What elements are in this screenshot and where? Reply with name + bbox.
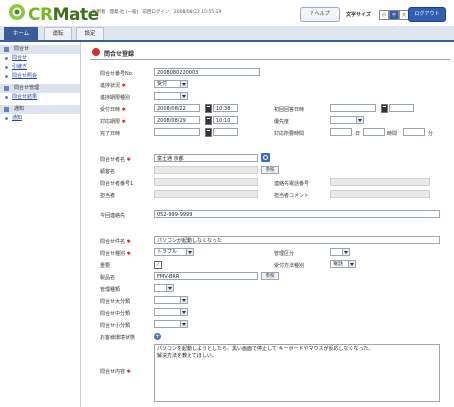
- hour-unit: 時間: [387, 131, 398, 137]
- sidebar-item-results[interactable]: 問合せ結果: [0, 93, 80, 102]
- type-label: 問合せ種別 ✱: [100, 251, 131, 257]
- method-label: 受付方法種別: [274, 263, 305, 269]
- sidebar-item-handover[interactable]: 引継ぎ: [0, 63, 80, 72]
- inquiry-form: 問合せ登録 問合せ番号No. 2008080220003 進捗状況 ✱ 受付 進…: [90, 46, 450, 407]
- contact-phone-field: [330, 178, 430, 186]
- font-size-label: 文字サイズ: [346, 12, 371, 18]
- complete-label: 完了日時: [100, 131, 121, 137]
- cat3-select[interactable]: [154, 320, 188, 328]
- person-label: 担当者: [100, 193, 116, 199]
- first-reply-label: 初回回答日時: [274, 107, 305, 113]
- customer-name-label: 顧客名: [100, 169, 116, 175]
- font-size-small[interactable]: 小: [379, 10, 389, 20]
- priority-select[interactable]: [330, 116, 364, 124]
- sidebar-item-inquiry[interactable]: 問合せ: [0, 54, 80, 63]
- type-select[interactable]: トラブル: [154, 248, 194, 256]
- expand-plus-icon[interactable]: +: [154, 333, 161, 340]
- calendar-icon[interactable]: [205, 104, 212, 113]
- sidebar-section-notice: 通知: [0, 105, 80, 114]
- font-size-medium[interactable]: 中: [389, 10, 399, 20]
- env-label: お客様環境状態: [100, 335, 136, 341]
- tab-operation[interactable]: 運転: [44, 27, 72, 40]
- customer-field[interactable]: 富士通 京都: [154, 154, 258, 162]
- inquiry-icon: [92, 48, 100, 56]
- work-time-label: 対応所要時間: [274, 131, 305, 137]
- subject-field[interactable]: パソコンが起動しなくなった: [154, 236, 440, 244]
- complete-time-field[interactable]: [213, 128, 238, 136]
- tab-settings[interactable]: 設定: [76, 27, 104, 40]
- mgmt-label: 管理種類: [100, 287, 121, 293]
- day-unit: 日: [355, 131, 361, 137]
- app-header: CRMate 利用者 開発 社 (一般) 前回ログイン：2008/08/22 15:…: [0, 0, 454, 26]
- first-reply-time-field[interactable]: [389, 104, 414, 112]
- calendar-icon[interactable]: [381, 104, 388, 113]
- sidebar-section-management: 問合せ管理: [0, 84, 80, 93]
- sidebar-item-notice[interactable]: 通知: [0, 114, 80, 123]
- help-button[interactable]: ? ヘルプ: [300, 7, 340, 22]
- cust-no-label: 問合せ者番号1: [100, 181, 134, 187]
- content-textarea[interactable]: パソコンを起動しようとしたら、黒い画面で停止して キーボードやマウスが反応しなく…: [154, 344, 440, 402]
- deadline-type-label: 進捗期限種別: [100, 95, 131, 101]
- person-comment-label: 担当者コメント: [274, 193, 310, 199]
- id-label: 問合せ番号No.: [100, 71, 134, 77]
- min-unit: 分: [428, 131, 434, 137]
- priority-label: 優先度: [274, 119, 290, 125]
- contact-type-label: 管理区分: [274, 251, 295, 257]
- sidebar: 問合せ 問合せ 引継ぎ 問合せ照会 問合せ管理 問合せ結果 通知 通知: [0, 42, 81, 407]
- content-label: 問合せ内容 ✱: [100, 369, 131, 375]
- calendar-icon[interactable]: [205, 116, 212, 125]
- sidebar-section-inquiry: 問合せ: [0, 45, 80, 54]
- product-field[interactable]: FMV-BRR: [154, 272, 258, 280]
- received-date-field[interactable]: 2008/08/22: [154, 104, 200, 112]
- cust-no-field: [154, 178, 258, 186]
- work-min-field[interactable]: [403, 128, 425, 136]
- app-logo: CRMate: [28, 5, 99, 25]
- contact-type-select[interactable]: [330, 248, 350, 256]
- customer-label: 問合せ者名 ✱: [100, 157, 131, 163]
- work-hour-field[interactable]: [363, 128, 385, 136]
- person-field: [154, 190, 258, 198]
- cat2-label: 問合せ中分類: [100, 311, 131, 317]
- cat3-label: 問合せ小分類: [100, 323, 131, 329]
- phone-label: 今回連絡先: [100, 213, 126, 219]
- deadline-type-select[interactable]: [154, 92, 188, 100]
- calendar-icon[interactable]: [205, 128, 212, 137]
- complete-date-field[interactable]: [154, 128, 200, 136]
- response-time-field[interactable]: 10:10: [213, 116, 238, 124]
- received-time-field[interactable]: 10:38: [213, 104, 238, 112]
- page-title: 問合せ登録: [104, 51, 135, 58]
- id-field[interactable]: 2008080220003: [154, 68, 260, 76]
- product-label: 製品名: [100, 275, 116, 281]
- subject-label: 問合せ件名 ✱: [100, 239, 131, 245]
- product-ref-button[interactable]: 参照: [261, 272, 279, 280]
- received-label: 受付日時 ✱: [100, 107, 126, 113]
- status-select[interactable]: 受付: [154, 80, 188, 88]
- mgmt-select[interactable]: [154, 284, 174, 292]
- tab-home[interactable]: ホーム: [4, 27, 38, 40]
- logout-button[interactable]: ログアウト: [408, 7, 446, 22]
- form-title-bar: 問合せ登録: [90, 46, 450, 60]
- response-date-field[interactable]: 2008/08/29: [154, 116, 200, 124]
- status-label: 進捗状況 ✱: [100, 83, 126, 89]
- work-day-field[interactable]: [330, 128, 352, 136]
- response-label: 対応期限 ✱: [100, 119, 126, 125]
- customer-name-field: [154, 166, 258, 174]
- logo-icon: [9, 4, 25, 20]
- method-select[interactable]: 電話: [330, 260, 356, 268]
- first-reply-date-field[interactable]: [330, 104, 376, 112]
- cat2-select[interactable]: [154, 308, 188, 316]
- contact-phone-label: 連絡先電話番号: [274, 181, 310, 187]
- user-info: 利用者 開発 社 (一般) 前回ログイン：2008/08/22 15:55:29: [92, 10, 222, 15]
- help-icon: ?: [310, 11, 314, 17]
- search-icon[interactable]: [261, 153, 270, 162]
- customer-ref-button[interactable]: 参照: [261, 166, 279, 174]
- phone-field[interactable]: 052-999-9999: [154, 210, 440, 218]
- main-tabs: ホーム 運転 設定: [0, 26, 454, 42]
- important-label: 重要: [100, 263, 111, 269]
- important-checkbox[interactable]: ✓: [154, 261, 162, 269]
- cat1-select[interactable]: [154, 296, 188, 304]
- sidebar-item-inquiry-search[interactable]: 問合せ照会: [0, 72, 80, 81]
- person-comment-field: [330, 190, 430, 198]
- cat1-label: 問合せ大分類: [100, 299, 131, 305]
